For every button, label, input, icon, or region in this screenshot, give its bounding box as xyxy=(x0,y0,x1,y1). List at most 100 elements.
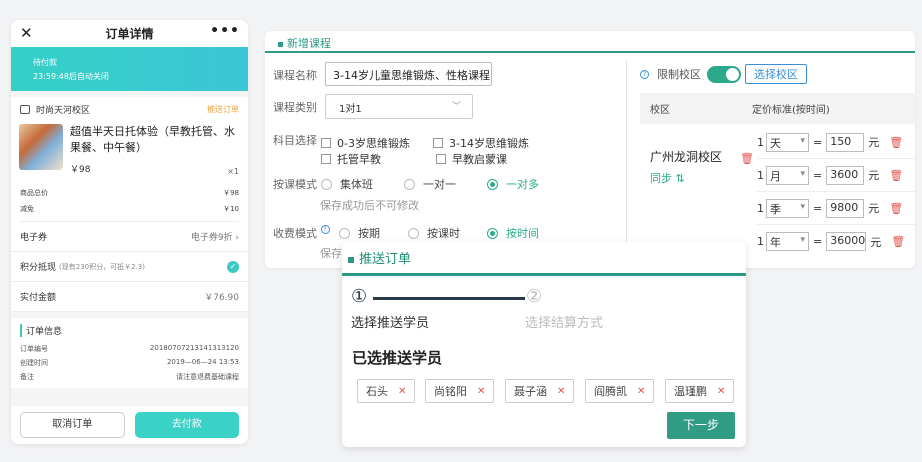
price-count: 1 xyxy=(757,201,764,215)
fee-radio-selected[interactable]: 按时间 xyxy=(487,225,539,241)
more-icon[interactable]: ••• xyxy=(210,23,240,39)
paid-label: 实付金额 xyxy=(20,293,57,303)
status-main: 待付款 xyxy=(33,58,57,67)
new-course-panel: 新增课程 课程名称 3-14岁儿童思维锻炼、性格课程 课程类别 1对1 ﹀ 科目… xyxy=(265,31,915,268)
close-icon[interactable]: ✕ xyxy=(477,386,485,397)
price-input[interactable]: 150 xyxy=(826,132,865,152)
choose-campus-button[interactable]: 选择校区 xyxy=(745,64,807,84)
close-icon[interactable]: ✕ xyxy=(20,24,33,42)
col-campus: 校区 xyxy=(650,105,670,116)
subject-checkbox[interactable]: 托管早教 xyxy=(321,151,381,167)
close-icon[interactable]: ✕ xyxy=(637,386,645,397)
trash-icon[interactable]: 🗑 xyxy=(740,152,754,165)
points-row[interactable]: 积分抵现 (现有230积分，可抵￥2.3) ✓ xyxy=(11,252,248,282)
dialog-title: 推送订单 xyxy=(342,242,746,276)
sync-link[interactable]: 同步 ⇅ xyxy=(650,170,685,186)
next-step-button[interactable]: 下一步 xyxy=(667,412,735,439)
close-icon[interactable]: ✕ xyxy=(717,386,725,397)
course-type-value: 1对1 xyxy=(339,104,362,115)
order-detail-phone: ✕ 订单详情 ••• 待付款 23:59:48后自动关闭 时尚天河校区 推送订单… xyxy=(11,20,248,444)
unit-yuan: 元 xyxy=(868,169,880,182)
shop-row: 时尚天河校区 推送订单 xyxy=(11,97,248,121)
unit-yuan: 元 xyxy=(868,202,880,215)
price-input[interactable]: 3600 xyxy=(826,165,865,185)
checkbox-box xyxy=(436,154,446,164)
student-name: 聂子涵 xyxy=(514,385,547,398)
trash-icon[interactable]: 🗑 xyxy=(889,136,903,149)
pricing-table-header: 校区 定价标准(按时间) xyxy=(640,93,915,124)
subject-option: 0-3岁思维锻炼 xyxy=(337,137,410,150)
unit-select[interactable]: 季 xyxy=(766,198,809,218)
paid-value: ￥76.90 xyxy=(204,293,239,303)
cancel-order-button[interactable]: 取消订单 xyxy=(20,412,125,438)
student-chip: 温瑾鹏 ✕ xyxy=(665,379,735,403)
price-count: 1 xyxy=(757,168,764,182)
close-icon[interactable]: ✕ xyxy=(557,386,565,397)
unit-select[interactable]: 年 xyxy=(766,232,809,251)
push-order-dialog: 推送订单 ① ② 选择推送学员 选择结算方式 已选推送学员 石头 ✕ 尚铭阳 ✕ 聂… xyxy=(342,242,746,447)
title-marker xyxy=(278,41,283,47)
subject-label: 科目选择 xyxy=(273,134,317,147)
goods-total-label: 商品总价 xyxy=(20,189,48,197)
points-label: 积分抵现 xyxy=(20,263,57,273)
mode-radio[interactable]: 一对一 xyxy=(404,176,456,192)
help-icon[interactable]: ? xyxy=(320,225,330,234)
step-1-label: 选择推送学员 xyxy=(351,316,430,331)
mode-option: 集体班 xyxy=(340,178,373,191)
discount-label: 减免 xyxy=(20,205,34,213)
unit-yuan: 元 xyxy=(868,136,880,149)
price-row: 1 年 = 36000 元 🗑 xyxy=(757,225,915,258)
mode-option: 一对多 xyxy=(506,178,539,191)
equals-sign: = xyxy=(813,168,823,182)
unit-yuan: 元 xyxy=(870,235,882,249)
subject-checkbox[interactable]: 3-14岁思维锻炼 xyxy=(433,135,529,151)
chosen-students-title: 已选推送学员 xyxy=(352,349,443,367)
step-2-number: ② xyxy=(526,286,543,307)
coupon-label: 电子券 xyxy=(20,233,48,243)
col-price: 定价标准(按时间) xyxy=(752,105,830,116)
product-item[interactable]: 超值半天日托体验（早教托管、水果餐、中午餐） ￥98 ×1 xyxy=(11,121,248,177)
checkbox-box xyxy=(433,138,443,148)
unit-select[interactable]: 天 xyxy=(766,132,809,152)
dialog-title-text: 推送订单 xyxy=(359,252,412,267)
fee-radio[interactable]: 按课时 xyxy=(408,225,460,241)
trash-icon[interactable]: 🗑 xyxy=(891,235,905,248)
info-value: 请注意退费基础课程 xyxy=(176,373,239,381)
trash-icon[interactable]: 🗑 xyxy=(889,202,903,215)
check-icon[interactable]: ✓ xyxy=(227,260,239,273)
subject-checkbox[interactable]: 0-3岁思维锻炼 xyxy=(321,135,410,151)
limit-campus-toggle[interactable] xyxy=(707,65,741,83)
fee-option: 按时间 xyxy=(506,227,539,240)
trash-icon[interactable]: 🗑 xyxy=(889,169,903,182)
close-icon[interactable]: ✕ xyxy=(398,386,406,397)
status-countdown: 23:59:48后自动关闭 xyxy=(33,72,109,81)
course-name-label: 课程名称 xyxy=(273,69,317,82)
price-row: 1 月 = 3600 元 🗑 xyxy=(757,159,915,192)
unit-select[interactable]: 月 xyxy=(766,165,809,185)
student-name: 尚铭阳 xyxy=(434,385,467,398)
mode-radio-selected[interactable]: 一对多 xyxy=(487,176,539,192)
student-name: 温瑾鹏 xyxy=(674,385,707,398)
info-value: 20180707213141313120 xyxy=(149,344,239,352)
info-label: 订单编号 xyxy=(20,345,48,353)
student-name: 阎腾凯 xyxy=(594,385,627,398)
equals-sign: = xyxy=(813,235,823,248)
info-label: 备注 xyxy=(20,373,34,381)
mode-radio[interactable]: 集体班 xyxy=(321,176,373,192)
sort-icon: ⇅ xyxy=(675,172,685,185)
store-icon xyxy=(20,104,30,114)
price-input[interactable]: 36000 xyxy=(826,232,867,251)
fee-radio[interactable]: 按期 xyxy=(339,225,380,241)
course-type-select[interactable]: 1对1 ﹀ xyxy=(325,94,473,119)
info-row: 创建时间 2019—06—24 13:53 xyxy=(20,358,239,372)
subject-checkbox[interactable]: 早教启蒙课 xyxy=(436,151,507,167)
price-input[interactable]: 9800 xyxy=(826,198,865,218)
radio-dot xyxy=(487,227,498,239)
order-info-title: 订单信息 xyxy=(20,324,239,337)
pay-button[interactable]: 去付款 xyxy=(134,412,239,438)
coupon-row[interactable]: 电子券 电子券9折 › xyxy=(11,222,248,252)
course-name-input[interactable]: 3-14岁儿童思维锻炼、性格课程 xyxy=(325,62,492,86)
price-count: 1 xyxy=(757,135,764,149)
help-icon[interactable]: ? xyxy=(640,69,649,79)
fee-hint: 保存 xyxy=(320,247,342,260)
